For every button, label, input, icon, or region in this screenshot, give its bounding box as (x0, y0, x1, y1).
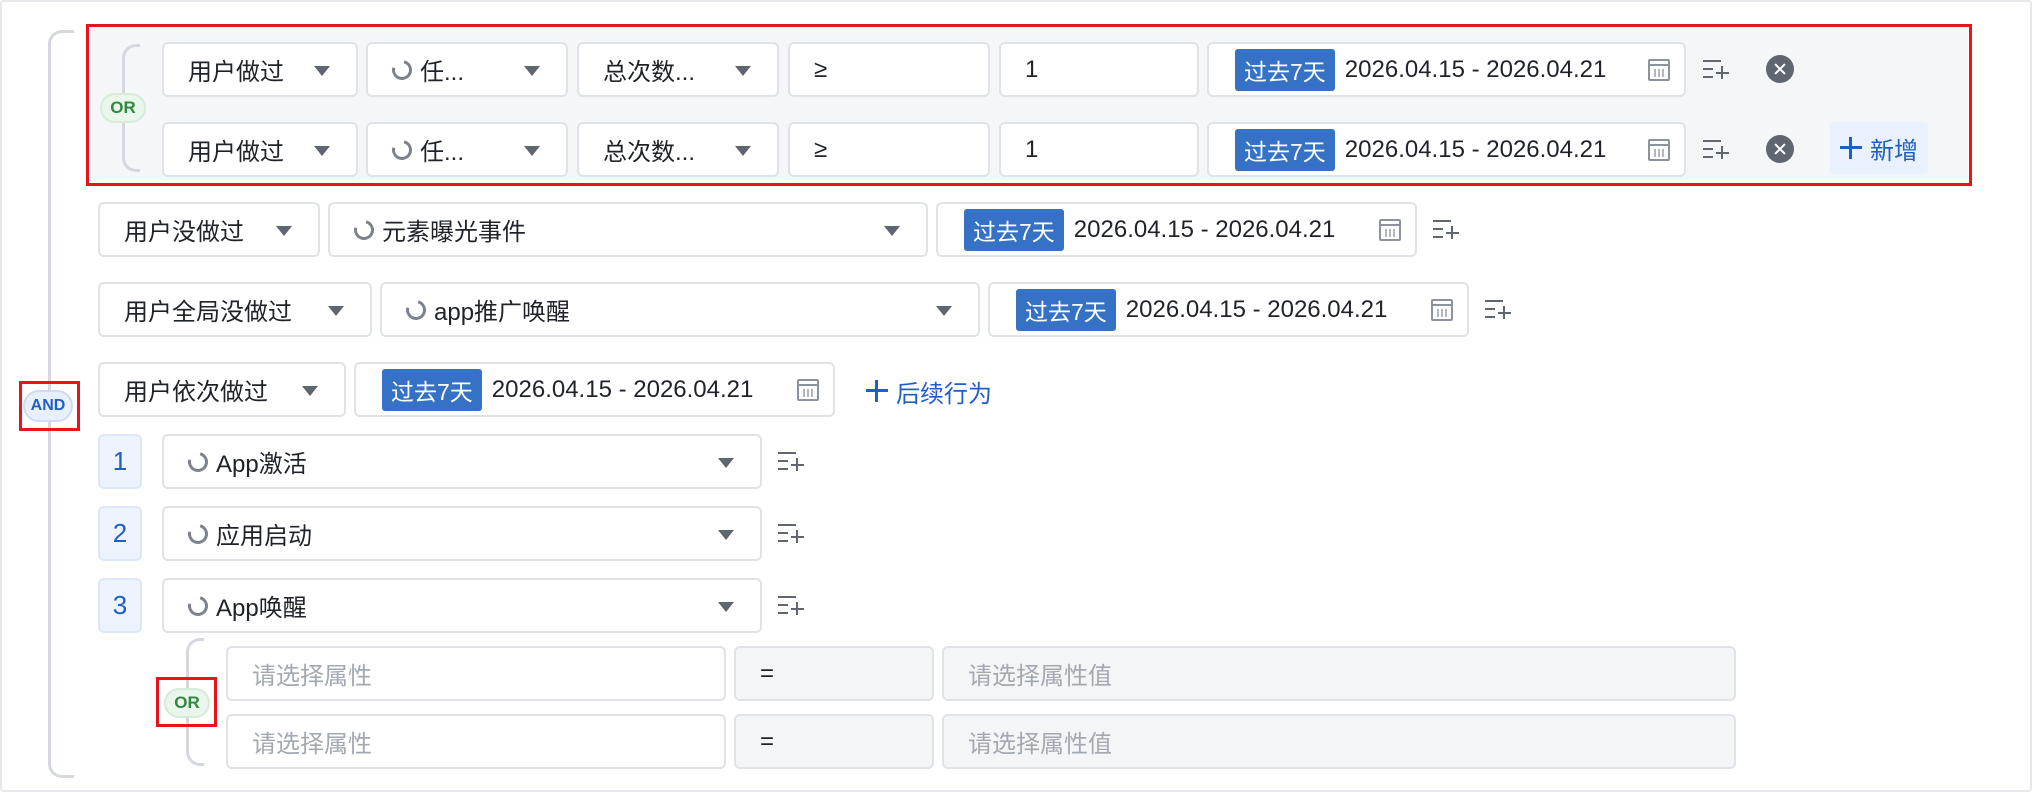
step-event-value: 应用启动 (216, 523, 312, 550)
property-value-input[interactable]: 请选择属性值 (942, 714, 1736, 769)
action-select-value: 用户全局没做过 (124, 299, 292, 326)
date-range-value: 2026.04.15 - 2026.04.21 (1125, 295, 1388, 323)
calendar-icon (1431, 299, 1453, 321)
property-placeholder: 请选择属性 (252, 663, 372, 690)
chevron-down-icon (884, 226, 900, 236)
date-range-value: 2026.04.15 - 2026.04.21 (1073, 215, 1336, 243)
plus-icon (866, 380, 888, 402)
event-select[interactable]: 元素曝光事件 (328, 202, 928, 257)
search-icon (350, 215, 378, 244)
chevron-down-icon (718, 602, 734, 612)
chevron-down-icon (328, 306, 344, 316)
step-event-value: App唤醒 (216, 595, 307, 622)
search-icon (402, 295, 430, 324)
property-select[interactable]: 请选择属性 (226, 714, 726, 769)
step-number: 1 (98, 434, 142, 489)
add-follow-action-label: 后续行为 (896, 380, 992, 408)
property-operator-select[interactable]: = (734, 714, 934, 769)
list-plus-icon[interactable] (778, 594, 804, 616)
search-icon (184, 447, 212, 476)
list-plus-icon[interactable] (1433, 218, 1459, 240)
property-value-placeholder: 请选择属性值 (968, 731, 1112, 758)
step-number: 3 (98, 578, 142, 633)
event-select[interactable]: app推广唤醒 (380, 282, 980, 337)
property-operator-value: = (760, 727, 775, 755)
event-select-value: 元素曝光事件 (382, 219, 526, 246)
list-plus-icon[interactable] (1485, 298, 1511, 320)
chevron-down-icon (276, 226, 292, 236)
highlight-or-badge (156, 677, 217, 727)
date-range-picker[interactable]: 过去7天 2026.04.15 - 2026.04.21 (354, 362, 835, 417)
list-plus-icon[interactable] (778, 522, 804, 544)
highlight-and-badge (19, 381, 80, 431)
date-preset-tag: 过去7天 (382, 368, 482, 411)
chevron-down-icon (936, 306, 952, 316)
event-select-value: app推广唤醒 (434, 299, 571, 326)
property-operator-select[interactable]: = (734, 646, 934, 701)
action-select[interactable]: 用户依次做过 (98, 362, 346, 417)
highlight-or-group (86, 24, 1972, 186)
list-plus-icon[interactable] (778, 450, 804, 472)
calendar-icon (797, 379, 819, 401)
date-preset-tag: 过去7天 (1016, 288, 1116, 331)
date-range-picker[interactable]: 过去7天 2026.04.15 - 2026.04.21 (988, 282, 1469, 337)
chevron-down-icon (718, 458, 734, 468)
date-range-picker[interactable]: 过去7天 2026.04.15 - 2026.04.21 (936, 202, 1417, 257)
action-select-value: 用户依次做过 (124, 379, 268, 406)
chevron-down-icon (302, 386, 318, 396)
action-select[interactable]: 用户全局没做过 (98, 282, 372, 337)
step-event-select[interactable]: 应用启动 (162, 506, 762, 561)
action-select[interactable]: 用户没做过 (98, 202, 320, 257)
property-placeholder: 请选择属性 (252, 731, 372, 758)
property-select[interactable]: 请选择属性 (226, 646, 726, 701)
step-event-value: App激活 (216, 451, 307, 478)
property-value-placeholder: 请选择属性值 (968, 663, 1112, 690)
date-range-value: 2026.04.15 - 2026.04.21 (491, 375, 754, 403)
chevron-down-icon (718, 530, 734, 540)
calendar-icon (1379, 219, 1401, 241)
search-icon (184, 591, 212, 620)
step-number: 2 (98, 506, 142, 561)
step-event-select[interactable]: App唤醒 (162, 578, 762, 633)
step-event-select[interactable]: App激活 (162, 434, 762, 489)
search-icon (184, 519, 212, 548)
date-preset-tag: 过去7天 (964, 208, 1064, 251)
property-operator-value: = (760, 659, 775, 687)
property-value-input[interactable]: 请选择属性值 (942, 646, 1736, 701)
action-select-value: 用户没做过 (124, 219, 244, 246)
add-follow-action-button[interactable]: 后续行为 (866, 376, 992, 408)
